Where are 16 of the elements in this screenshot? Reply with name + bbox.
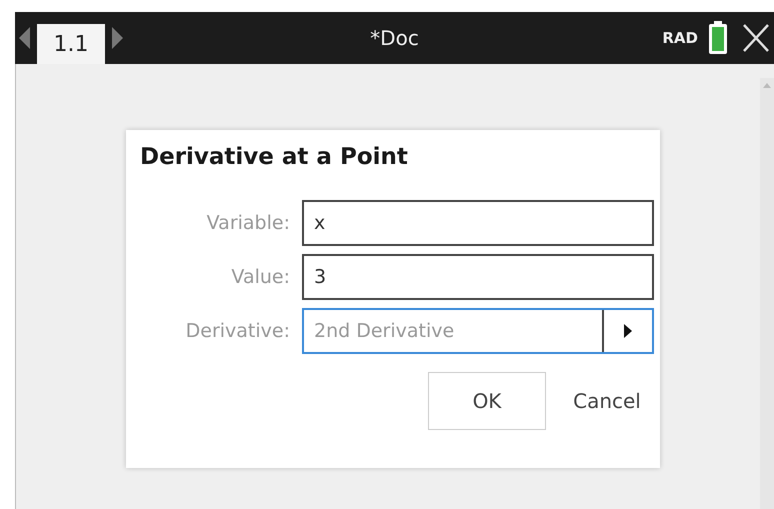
- field-label: Variable:: [206, 212, 291, 234]
- caret-icon: [624, 324, 632, 338]
- dialog-title: Derivative at a Point: [140, 144, 409, 170]
- left-arrow-icon[interactable]: [19, 27, 31, 49]
- scrollbar[interactable]: [760, 78, 774, 509]
- right-arrow-icon[interactable]: [111, 27, 123, 49]
- input-field[interactable]: x: [302, 200, 654, 246]
- document-title: *Doc: [370, 26, 419, 50]
- close-icon[interactable]: [742, 23, 770, 53]
- battery-icon: [708, 21, 728, 55]
- field-label: Value:: [230, 266, 291, 288]
- ok-button[interactable]: OK: [428, 372, 546, 430]
- page-tab[interactable]: 1.1: [37, 24, 105, 64]
- field-label: Derivative:: [184, 320, 291, 342]
- input-field[interactable]: 3: [302, 254, 654, 300]
- angle-mode: RAD: [662, 29, 698, 47]
